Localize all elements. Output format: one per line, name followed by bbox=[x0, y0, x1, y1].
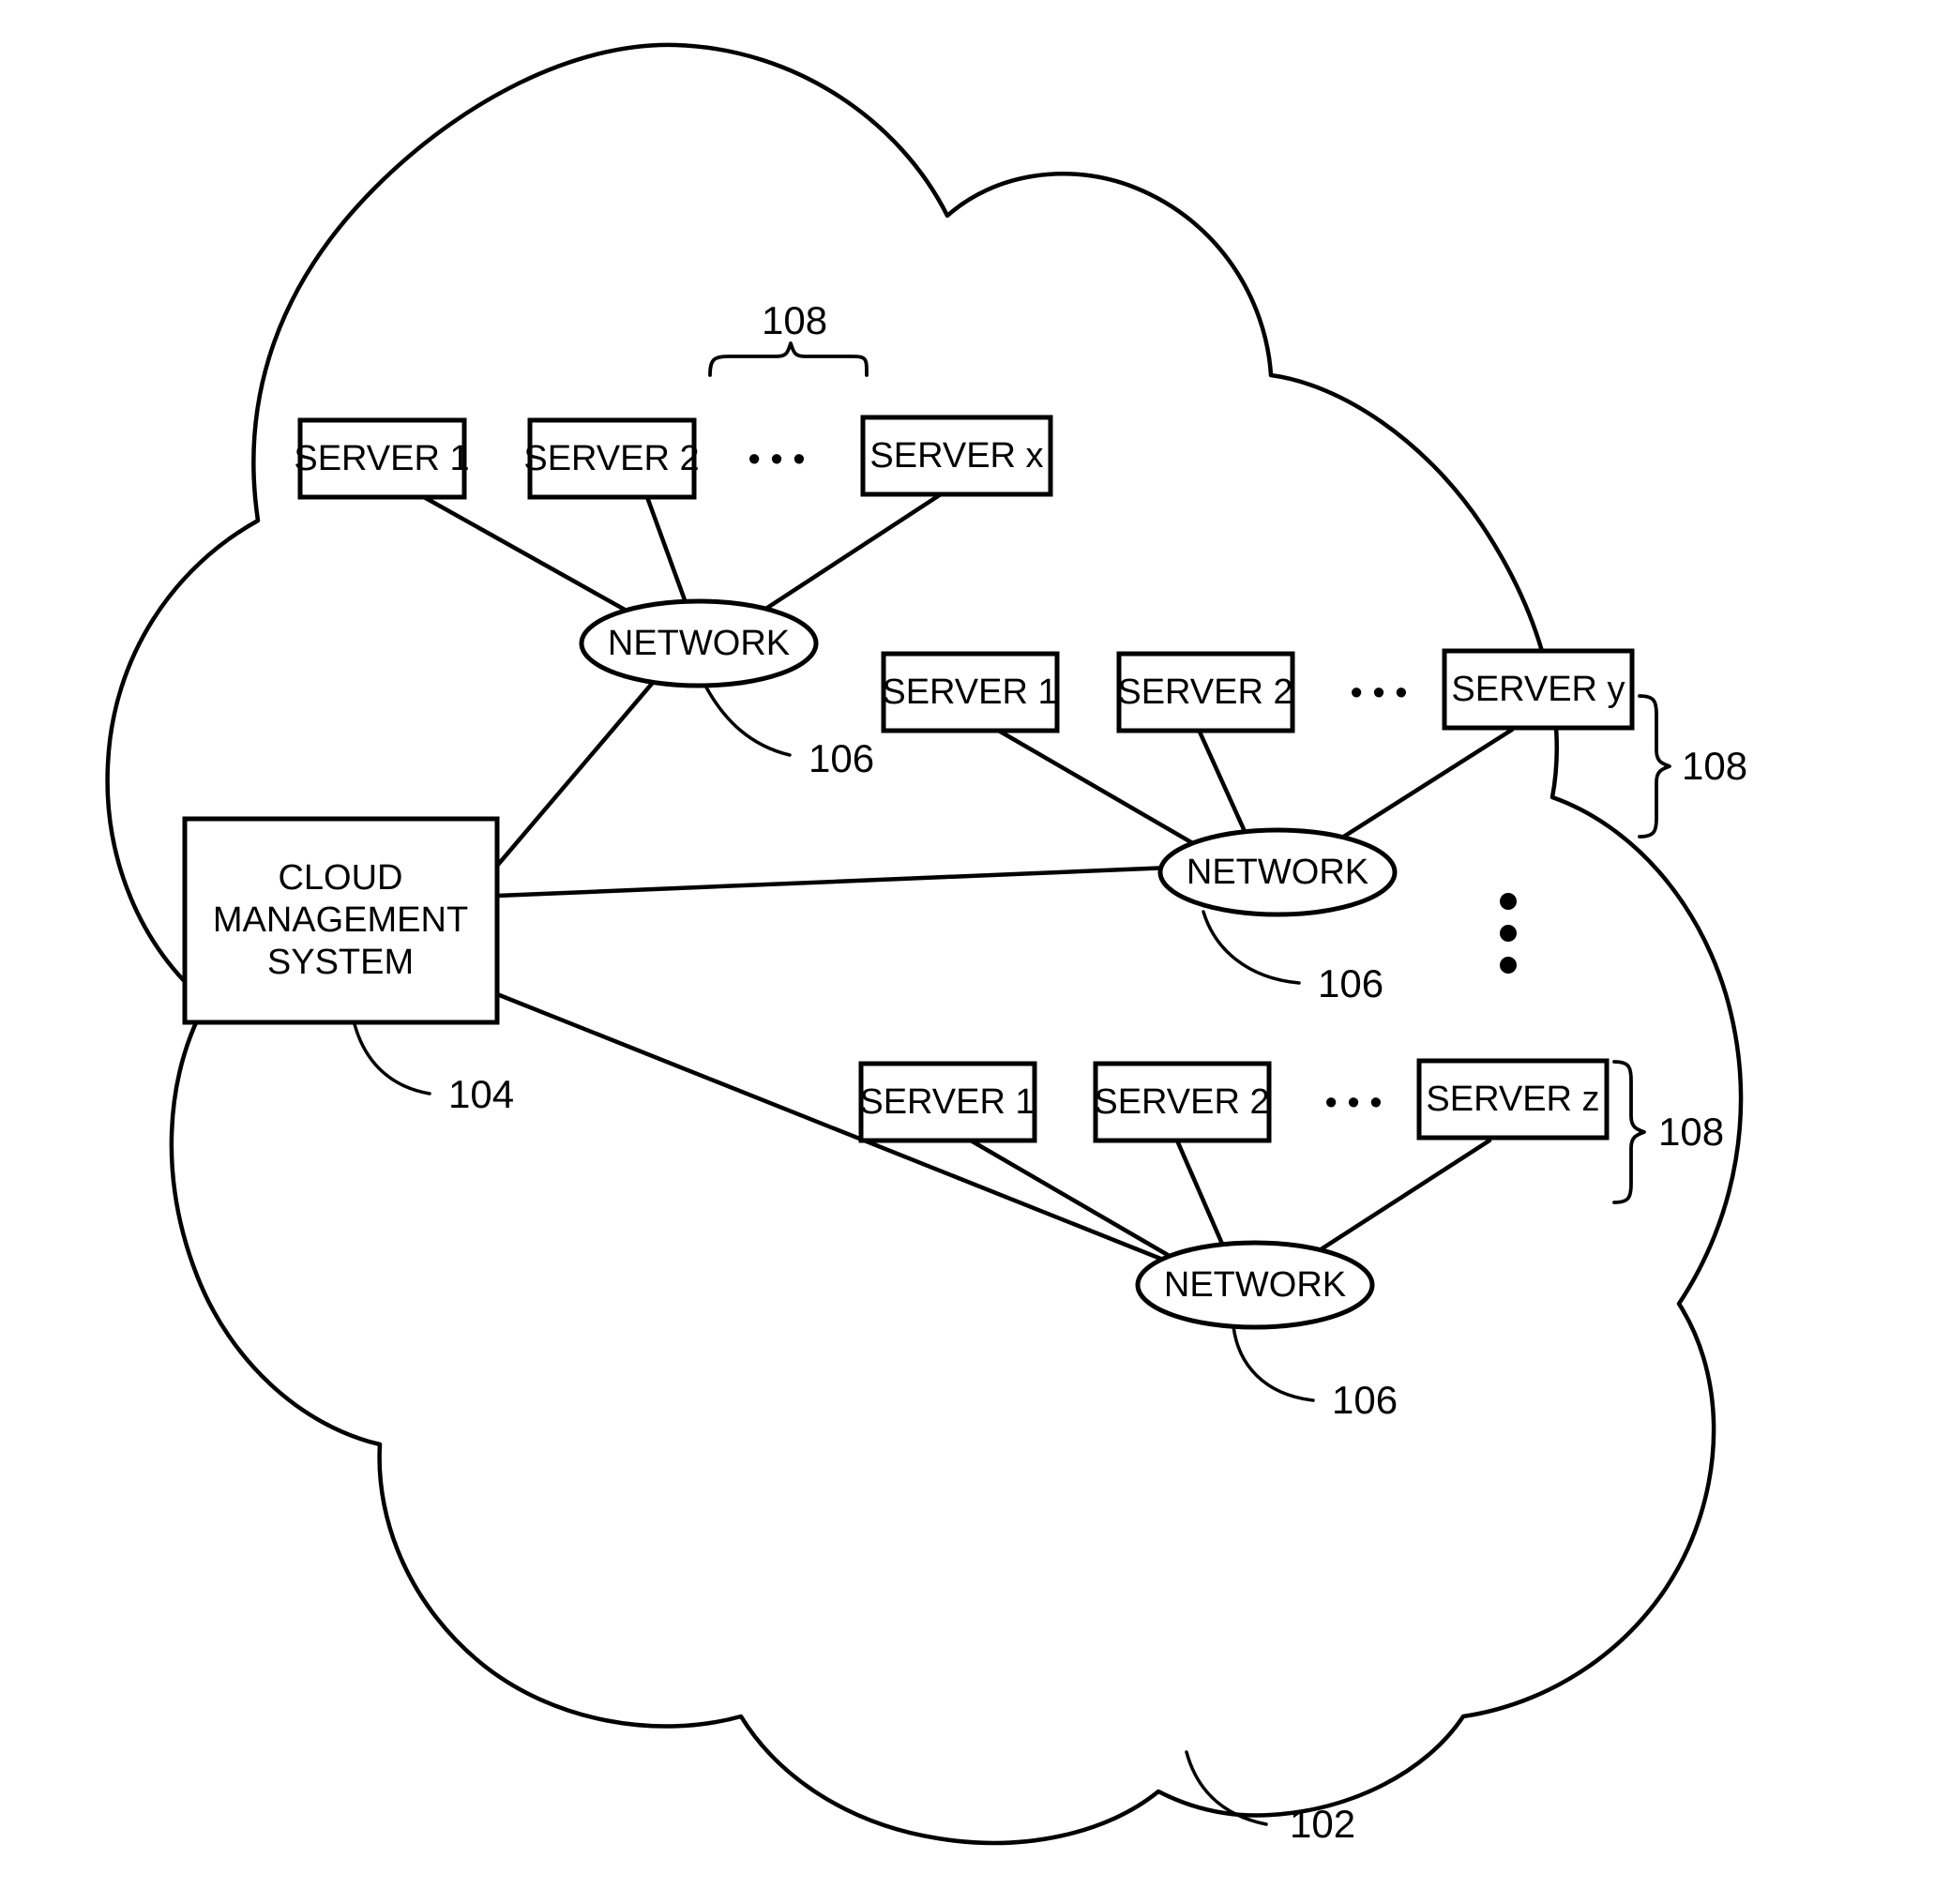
brace-group-bottom: 108 bbox=[1612, 1060, 1724, 1204]
server-box-label: SERVER 2 bbox=[1117, 672, 1293, 712]
server-box[interactable]: SERVER 2 bbox=[523, 417, 700, 500]
brace-ref-label: 108 bbox=[1682, 744, 1747, 788]
ellipsis-dot bbox=[1500, 957, 1517, 974]
link-bot-server2-network bbox=[1174, 1138, 1228, 1253]
brace-ref-label: 108 bbox=[762, 298, 827, 342]
link-mid-servery-network bbox=[1329, 727, 1515, 847]
server-box[interactable]: SERVER 1 bbox=[881, 651, 1060, 733]
server-group-bottom: SERVER 1 SERVER 2 • • • SERVER z 108 bbox=[858, 1058, 1724, 1204]
link-cms-network-middle bbox=[494, 865, 1173, 899]
server-box-label: SERVER 1 bbox=[294, 439, 469, 478]
ellipsis-horizontal: • • • bbox=[1350, 673, 1407, 713]
link-top-serverx-network bbox=[762, 491, 944, 612]
brace-group-middle: 108 bbox=[1638, 694, 1747, 839]
link-cms-network-bottom bbox=[494, 991, 1171, 1264]
server-box[interactable]: SERVER 1 bbox=[294, 417, 470, 500]
network-node-middle[interactable]: NETWORK bbox=[1157, 827, 1398, 917]
network-top-ref: 106 bbox=[703, 684, 874, 780]
server-box-label: SERVER 2 bbox=[523, 439, 699, 478]
server-box[interactable]: SERVER y bbox=[1442, 648, 1635, 731]
link-top-server2-network bbox=[644, 494, 690, 611]
figure-canvas: 102 SERVER 1 SERVER 2 • • • SERVER x 108… bbox=[0, 0, 1935, 1904]
server-box-label: SERVER z bbox=[1426, 1080, 1599, 1119]
link-top-server1-network bbox=[421, 494, 636, 617]
server-box[interactable]: SERVER 1 bbox=[858, 1061, 1037, 1143]
server-box[interactable]: SERVER 2 bbox=[1093, 1061, 1272, 1143]
server-box-label: SERVER 1 bbox=[882, 672, 1057, 712]
network-node-bottom[interactable]: NETWORK bbox=[1135, 1240, 1375, 1330]
network-node-top[interactable]: NETWORK bbox=[579, 598, 819, 688]
links-group-middle bbox=[994, 727, 1515, 847]
server-group-middle: SERVER 1 SERVER 2 • • • SERVER y 108 bbox=[881, 648, 1747, 839]
server-box-label: SERVER 1 bbox=[859, 1082, 1035, 1122]
server-box[interactable]: SERVER x bbox=[860, 415, 1053, 497]
network-label: NETWORK bbox=[1187, 853, 1368, 892]
link-bot-serverz-network bbox=[1307, 1138, 1492, 1260]
link-bot-server1-network bbox=[968, 1138, 1171, 1258]
vertical-ellipsis bbox=[1500, 893, 1517, 974]
server-box-label: SERVER x bbox=[869, 436, 1043, 476]
brace-group-top: 108 bbox=[708, 298, 869, 377]
network-ref-label: 106 bbox=[1318, 961, 1383, 1005]
network-ref-label: 106 bbox=[1332, 1378, 1398, 1422]
network-label: NETWORK bbox=[608, 624, 790, 663]
server-box-label: SERVER 2 bbox=[1094, 1082, 1269, 1122]
cloud-management-system-box[interactable]: CLOUD MANAGEMENT SYSTEM bbox=[182, 816, 500, 1025]
link-mid-server2-network bbox=[1196, 727, 1250, 840]
cms-label-line3: SYSTEM bbox=[267, 943, 414, 982]
cms-label-line2: MANAGEMENT bbox=[213, 900, 468, 940]
brace-ref-label: 108 bbox=[1658, 1110, 1724, 1154]
network-bottom-ref: 106 bbox=[1232, 1324, 1398, 1422]
cms-ref-label: 104 bbox=[448, 1072, 514, 1116]
links-group-bottom bbox=[968, 1138, 1492, 1260]
link-cms-network-top bbox=[494, 675, 659, 869]
ellipsis-dot bbox=[1500, 893, 1517, 910]
network-middle-ref: 106 bbox=[1202, 910, 1383, 1005]
server-box[interactable]: SERVER z bbox=[1416, 1058, 1610, 1141]
network-ref-label: 106 bbox=[809, 736, 874, 780]
ellipsis-dot bbox=[1500, 925, 1517, 942]
server-group-top: SERVER 1 SERVER 2 • • • SERVER x 108 bbox=[294, 298, 1053, 500]
cms-ref: 104 bbox=[353, 1022, 514, 1116]
links-group-top bbox=[421, 491, 944, 617]
ellipsis-horizontal: • • • bbox=[1324, 1083, 1382, 1123]
cms-label-line1: CLOUD bbox=[278, 858, 402, 898]
server-box-label: SERVER y bbox=[1451, 670, 1625, 709]
server-box[interactable]: SERVER 2 bbox=[1116, 651, 1295, 733]
network-label: NETWORK bbox=[1164, 1265, 1346, 1305]
ellipsis-horizontal: • • • bbox=[748, 440, 805, 479]
link-mid-server1-network bbox=[994, 727, 1194, 845]
cloud-ref-label: 102 bbox=[1290, 1802, 1355, 1846]
